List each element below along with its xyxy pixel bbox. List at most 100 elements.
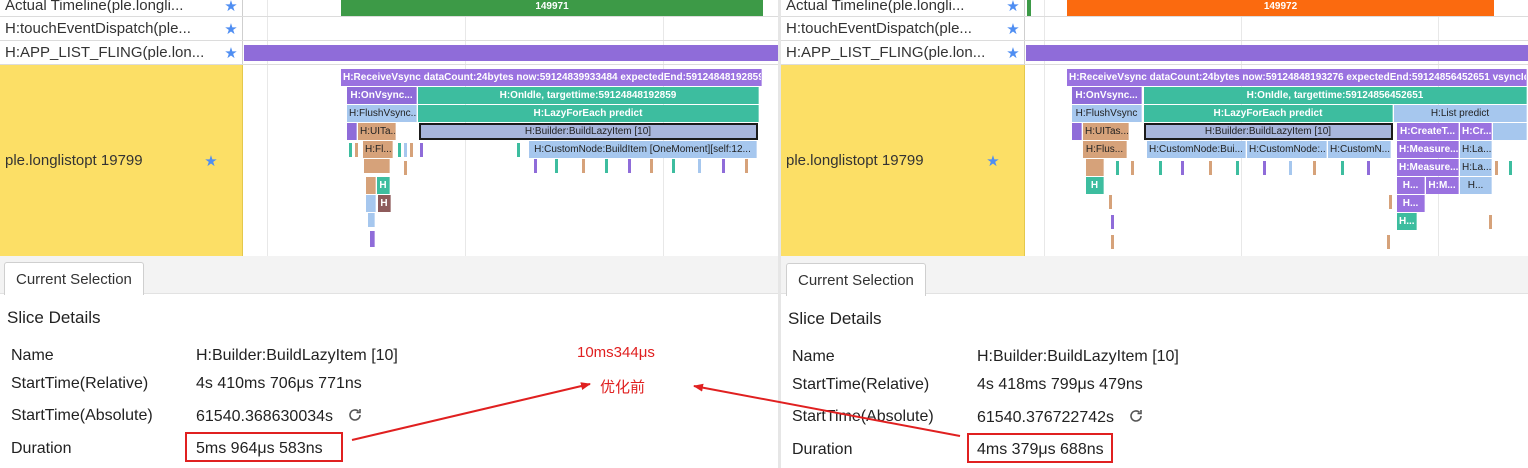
- slice-la-2[interactable]: H:La...: [1460, 159, 1492, 176]
- slice-ui-task[interactable]: H:UITas...: [1083, 123, 1129, 140]
- slice-build-lazy-item-selected[interactable]: H:Builder:BuildLazyItem [10]: [1144, 123, 1393, 140]
- slice-ui-task[interactable]: H:UITa...: [358, 123, 396, 140]
- slice-small[interactable]: [347, 123, 357, 140]
- detail-start-abs-value: 61540.368630034s: [196, 408, 334, 425]
- slice-custom-node-2[interactable]: H:CustomNode:...: [1247, 141, 1327, 158]
- slice-lazy-predict[interactable]: H:LazyForEach predict: [1144, 105, 1393, 122]
- section-title: Slice Details: [788, 309, 882, 328]
- slice-lazy-predict[interactable]: H:LazyForEach predict: [418, 105, 759, 122]
- slice-list-predict[interactable]: H:List predict: [1394, 105, 1527, 122]
- detail-name-label: Name: [792, 348, 835, 365]
- slice-deep2[interactable]: [366, 177, 376, 194]
- tab-current-selection[interactable]: Current Selection: [4, 262, 144, 295]
- refresh-icon[interactable]: [1128, 408, 1144, 424]
- slice-deep[interactable]: [1086, 159, 1104, 176]
- track-label[interactable]: Actual Timeline(ple.longli... ★: [0, 0, 243, 16]
- frame-slice[interactable]: 149972: [1067, 0, 1494, 16]
- process-label-text: ple.longlistopt 19799: [5, 152, 143, 169]
- frame-slice[interactable]: 149971: [341, 0, 763, 16]
- slice-on-idle[interactable]: H:OnIdle, targettime:59124848192859: [418, 87, 759, 104]
- frame-label: 149972: [1263, 1, 1298, 12]
- slice-deep5[interactable]: [370, 231, 375, 247]
- process-label-text: ple.longlistopt 19799: [786, 152, 924, 169]
- tab-bar: Current Selection: [0, 256, 778, 295]
- slice-la-1[interactable]: H:La...: [1460, 141, 1492, 158]
- slice-custom-node-3[interactable]: H:CustomN...: [1328, 141, 1391, 158]
- star-icon[interactable]: ★: [1002, 20, 1024, 38]
- slice-measure-2[interactable]: H:Measure...: [1397, 159, 1459, 176]
- fling-slice[interactable]: [244, 45, 778, 61]
- star-icon[interactable]: ★: [220, 0, 242, 15]
- track-list-fling[interactable]: H:APP_LIST_FLING(ple.lon... ★: [781, 41, 1528, 65]
- detail-start-rel-label: StartTime(Relative): [792, 376, 930, 393]
- slice-cr[interactable]: H:Cr...: [1460, 123, 1492, 140]
- track-touch-event[interactable]: H:touchEventDispatch(ple... ★: [0, 17, 778, 41]
- track-actual-timeline[interactable]: Actual Timeline(ple.longli... ★ 149971: [0, 0, 778, 17]
- detail-start-rel-label: StartTime(Relative): [11, 375, 149, 392]
- track-label-text: Actual Timeline(ple.longli...: [786, 0, 965, 14]
- slice-small[interactable]: [1072, 123, 1082, 140]
- slice-h-2[interactable]: H...: [1397, 195, 1425, 212]
- track-touch-event[interactable]: H:touchEventDispatch(ple... ★: [781, 17, 1528, 41]
- slice-h-3[interactable]: H...: [1397, 213, 1417, 230]
- slice-create-t[interactable]: H:CreateT...: [1397, 123, 1459, 140]
- track-list-fling[interactable]: H:APP_LIST_FLING(ple.lon... ★: [0, 41, 778, 65]
- annotation-label: 优化前: [600, 379, 646, 396]
- track-label[interactable]: H:APP_LIST_FLING(ple.lon... ★: [0, 41, 243, 64]
- star-icon[interactable]: ★: [220, 20, 242, 38]
- timeline-tracks: Actual Timeline(ple.longli... ★ 149972 H…: [781, 0, 1528, 256]
- track-actual-timeline[interactable]: Actual Timeline(ple.longli... ★ 149972: [781, 0, 1528, 17]
- frame-slice-prev[interactable]: [1027, 0, 1031, 16]
- tab-current-selection[interactable]: Current Selection: [786, 263, 926, 296]
- slice-receive-vsync[interactable]: H:ReceiveVsync dataCount:24bytes now:591…: [341, 69, 762, 86]
- track-label-text: H:touchEventDispatch(ple...: [5, 20, 191, 37]
- slice-flush-vsync[interactable]: H:FlushVsync...: [347, 105, 417, 122]
- fling-slice[interactable]: [1026, 45, 1528, 61]
- process-label[interactable]: ple.longlistopt 19799 ★: [781, 65, 1025, 256]
- star-icon[interactable]: ★: [220, 44, 242, 62]
- slice-custom-node[interactable]: H:CustomNode:BuildItem [OneMoment][self:…: [529, 141, 757, 158]
- detail-name-label: Name: [11, 347, 54, 364]
- slice-deep4[interactable]: [368, 213, 375, 227]
- slice-flush-vsync[interactable]: H:FlushVsync: [1072, 105, 1142, 122]
- selection-panel: Current Selection Slice Details Name H:B…: [0, 256, 778, 468]
- star-icon[interactable]: ★: [200, 152, 222, 170]
- slice-light[interactable]: [1493, 123, 1527, 140]
- track-label-text: H:APP_LIST_FLING(ple.lon...: [5, 44, 205, 61]
- track-process[interactable]: ple.longlistopt 19799 ★ H:ReceiveVsync d…: [781, 65, 1528, 256]
- highlight-box-duration: [185, 432, 343, 462]
- star-icon[interactable]: ★: [1002, 44, 1024, 62]
- frame-label: 149971: [535, 1, 569, 12]
- process-label[interactable]: ple.longlistopt 19799 ★: [0, 65, 243, 256]
- slice-h-5[interactable]: H...: [1460, 177, 1492, 194]
- slice-h2[interactable]: H: [378, 195, 391, 212]
- slice-h-teal[interactable]: H: [1086, 177, 1104, 194]
- slice-on-idle[interactable]: H:OnIdle, targettime:59124856452651: [1144, 87, 1527, 104]
- section-title: Slice Details: [7, 308, 101, 327]
- track-label[interactable]: H:APP_LIST_FLING(ple.lon... ★: [781, 41, 1025, 64]
- slice-build-lazy-item-selected[interactable]: H:Builder:BuildLazyItem [10]: [419, 123, 758, 140]
- slice-measure-1[interactable]: H:Measure...: [1397, 141, 1459, 158]
- refresh-icon[interactable]: [347, 407, 363, 423]
- slice-flush[interactable]: H:Fl...: [363, 141, 393, 158]
- track-label[interactable]: Actual Timeline(ple.longli... ★: [781, 0, 1025, 16]
- slice-on-vsync[interactable]: H:OnVsync...: [347, 87, 417, 104]
- slice-receive-vsync[interactable]: H:ReceiveVsync dataCount:24bytes now:591…: [1067, 69, 1527, 86]
- track-label[interactable]: H:touchEventDispatch(ple... ★: [0, 17, 243, 40]
- star-icon[interactable]: ★: [1002, 0, 1024, 15]
- slice-on-vsync[interactable]: H:OnVsync...: [1072, 87, 1142, 104]
- slice-deep[interactable]: [364, 159, 390, 173]
- slice-h-1[interactable]: H...: [1397, 177, 1425, 194]
- star-icon[interactable]: ★: [982, 152, 1004, 170]
- detail-duration-label: Duration: [11, 440, 72, 457]
- track-process[interactable]: ple.longlistopt 19799 ★ H:ReceiveVsync d…: [0, 65, 778, 256]
- highlight-box-duration: [967, 433, 1113, 463]
- slice-custom-node-1[interactable]: H:CustomNode:Bui...: [1147, 141, 1246, 158]
- track-label[interactable]: H:touchEventDispatch(ple... ★: [781, 17, 1025, 40]
- detail-start-abs-label: StartTime(Absolute): [792, 408, 934, 425]
- slice-flush[interactable]: H:Flus...: [1083, 141, 1127, 158]
- slice-h1[interactable]: H: [377, 177, 390, 194]
- slice-deep3[interactable]: [366, 195, 376, 212]
- slice-h-m[interactable]: H:M...: [1426, 177, 1459, 194]
- annotation-top: 10ms344μs: [577, 344, 655, 361]
